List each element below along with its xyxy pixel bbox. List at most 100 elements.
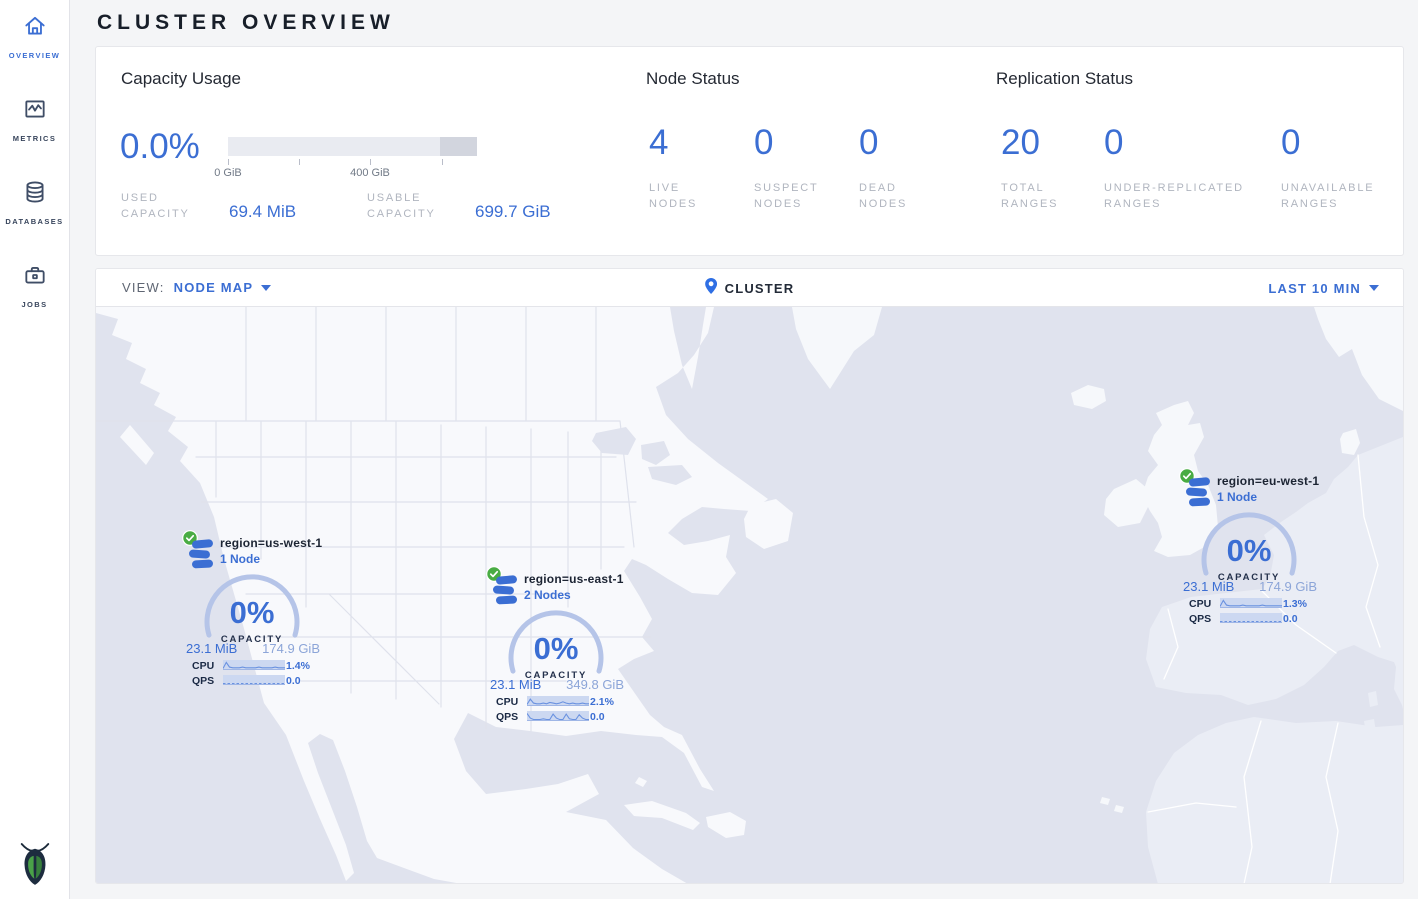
chevron-down-icon [1369, 285, 1379, 291]
database-icon [22, 179, 48, 210]
live-nodes-label: LIVE NODES [649, 180, 719, 212]
view-selector[interactable]: NODE MAP [174, 280, 272, 295]
qps-value: 0.0 [590, 711, 622, 723]
node-map-card: VIEW: NODE MAP CLUSTER LAST 10 MIN [95, 268, 1404, 884]
node-status-title: Node Status [646, 69, 740, 89]
capacity-tick-label-400: 400 GiB [340, 167, 400, 179]
unavailable-ranges-stat: 0 UNAVAILABLE RANGES [1281, 125, 1391, 212]
sidebar: OVERVIEW METRICS DATABASES [0, 0, 70, 899]
node-count-label: 1 Node [220, 552, 260, 566]
cockroachdb-logo [16, 840, 54, 893]
sidebar-item-databases[interactable]: DATABASES [0, 166, 69, 249]
node-stack-icon [1185, 477, 1212, 513]
qps-value: 0.0 [286, 675, 318, 687]
region-label: region=eu-west-1 [1217, 474, 1319, 488]
live-nodes-stat: 4 LIVE NODES [649, 125, 719, 212]
node-stack-icon [492, 575, 519, 611]
view-selector-value: NODE MAP [174, 280, 254, 295]
cpu-sparkline [527, 696, 589, 706]
capacity-bar-other-segment [440, 137, 477, 156]
capacity-gauge: 0% CAPACITY [1200, 511, 1298, 609]
chevron-down-icon [261, 285, 271, 291]
sidebar-item-jobs[interactable]: JOBS [0, 249, 69, 332]
view-label: VIEW: [122, 280, 165, 295]
cpu-value: 1.3% [1283, 598, 1315, 610]
under-replicated-ranges-stat: 0 UNDER-REPLICATED RANGES [1104, 125, 1272, 212]
used-capacity-label: USED CAPACITY [121, 190, 213, 222]
location-pin-icon [705, 278, 717, 299]
usable-value: 349.8 GiB [566, 677, 624, 692]
live-nodes-value: 4 [649, 125, 719, 160]
qps-sparkline [223, 675, 285, 685]
qps-label: QPS [496, 711, 524, 723]
capacity-used-percent: 0.0% [120, 129, 200, 164]
node-count-label: 2 Nodes [524, 588, 571, 602]
usable-capacity-value: 699.7 GiB [475, 202, 551, 222]
gauge-percent: 0% [203, 595, 301, 631]
capacity-bar [228, 137, 477, 156]
cpu-value: 2.1% [590, 696, 622, 708]
node-count-label: 1 Node [1217, 490, 1257, 504]
sidebar-item-overview[interactable]: OVERVIEW [0, 0, 69, 83]
sidebar-item-label: METRICS [13, 134, 57, 143]
capacity-tick-label-0: 0 GiB [198, 167, 258, 179]
suspect-nodes-value: 0 [754, 125, 836, 160]
gauge-percent: 0% [507, 631, 605, 667]
suspect-nodes-stat: 0 SUSPECT NODES [754, 125, 836, 212]
capacity-usage-title: Capacity Usage [121, 69, 241, 89]
capacity-bar-ticks [228, 159, 477, 165]
locality-marker-us-east-1[interactable]: region=us-east-1 2 Nodes 0% CAPACITY 23.… [486, 565, 628, 729]
time-range-selector[interactable]: LAST 10 MIN [1268, 269, 1379, 307]
cpu-label: CPU [496, 696, 524, 708]
used-capacity-value: 69.4 MiB [229, 202, 296, 222]
cpu-label: CPU [192, 660, 220, 672]
region-label: region=us-east-1 [524, 572, 624, 586]
capacity-gauge: 0% CAPACITY [203, 573, 301, 671]
unavailable-ranges-value: 0 [1281, 125, 1391, 160]
gauge-percent: 0% [1200, 533, 1298, 569]
node-stack-icon [188, 539, 215, 575]
qps-sparkline [527, 711, 589, 721]
cpu-sparkline [1220, 598, 1282, 608]
cpu-label: CPU [1189, 598, 1217, 610]
qps-sparkline [1220, 613, 1282, 623]
total-ranges-label: TOTAL RANGES [1001, 180, 1073, 212]
cluster-summary-card: Capacity Usage 0.0% 0 GiB 400 GiB USED C… [95, 46, 1404, 256]
sidebar-item-label: OVERVIEW [9, 51, 61, 60]
used-value: 23.1 MiB [186, 641, 237, 656]
under-replicated-ranges-label: UNDER-REPLICATED RANGES [1104, 180, 1272, 212]
suspect-nodes-label: SUSPECT NODES [754, 180, 836, 212]
usable-value: 174.9 GiB [262, 641, 320, 656]
dead-nodes-label: DEAD NODES [859, 180, 929, 212]
time-range-value: LAST 10 MIN [1268, 281, 1361, 296]
under-replicated-ranges-value: 0 [1104, 125, 1272, 160]
locality-marker-us-west-1[interactable]: region=us-west-1 1 Node 0% CAPACITY 23.1… [182, 529, 324, 693]
map-toolbar: VIEW: NODE MAP CLUSTER LAST 10 MIN [96, 269, 1403, 307]
sidebar-item-label: JOBS [21, 300, 47, 309]
region-label: region=us-west-1 [220, 536, 322, 550]
node-map: region=us-west-1 1 Node 0% CAPACITY 23.1… [96, 307, 1403, 884]
locality-marker-eu-west-1[interactable]: region=eu-west-1 1 Node 0% CAPACITY 23.1… [1179, 467, 1321, 631]
used-value: 23.1 MiB [490, 677, 541, 692]
unavailable-ranges-label: UNAVAILABLE RANGES [1281, 180, 1391, 212]
home-icon [22, 13, 48, 44]
capacity-gauge: 0% CAPACITY [507, 609, 605, 707]
qps-value: 0.0 [1283, 613, 1315, 625]
used-value: 23.1 MiB [1183, 579, 1234, 594]
total-ranges-stat: 20 TOTAL RANGES [1001, 125, 1073, 212]
usable-capacity-label: USABLE CAPACITY [367, 190, 467, 222]
dead-nodes-stat: 0 DEAD NODES [859, 125, 929, 212]
briefcase-icon [22, 262, 48, 293]
metrics-icon [22, 96, 48, 127]
sidebar-item-label: DATABASES [5, 217, 63, 226]
usable-value: 174.9 GiB [1259, 579, 1317, 594]
cpu-value: 1.4% [286, 660, 318, 672]
main-content: CLUSTER OVERVIEW Capacity Usage 0.0% 0 G… [70, 0, 1404, 899]
qps-label: QPS [1189, 613, 1217, 625]
cpu-sparkline [223, 660, 285, 670]
app-window: OVERVIEW METRICS DATABASES [0, 0, 1418, 899]
sidebar-item-metrics[interactable]: METRICS [0, 83, 69, 166]
dead-nodes-value: 0 [859, 125, 929, 160]
qps-label: QPS [192, 675, 220, 687]
breadcrumb[interactable]: CLUSTER [725, 281, 795, 296]
